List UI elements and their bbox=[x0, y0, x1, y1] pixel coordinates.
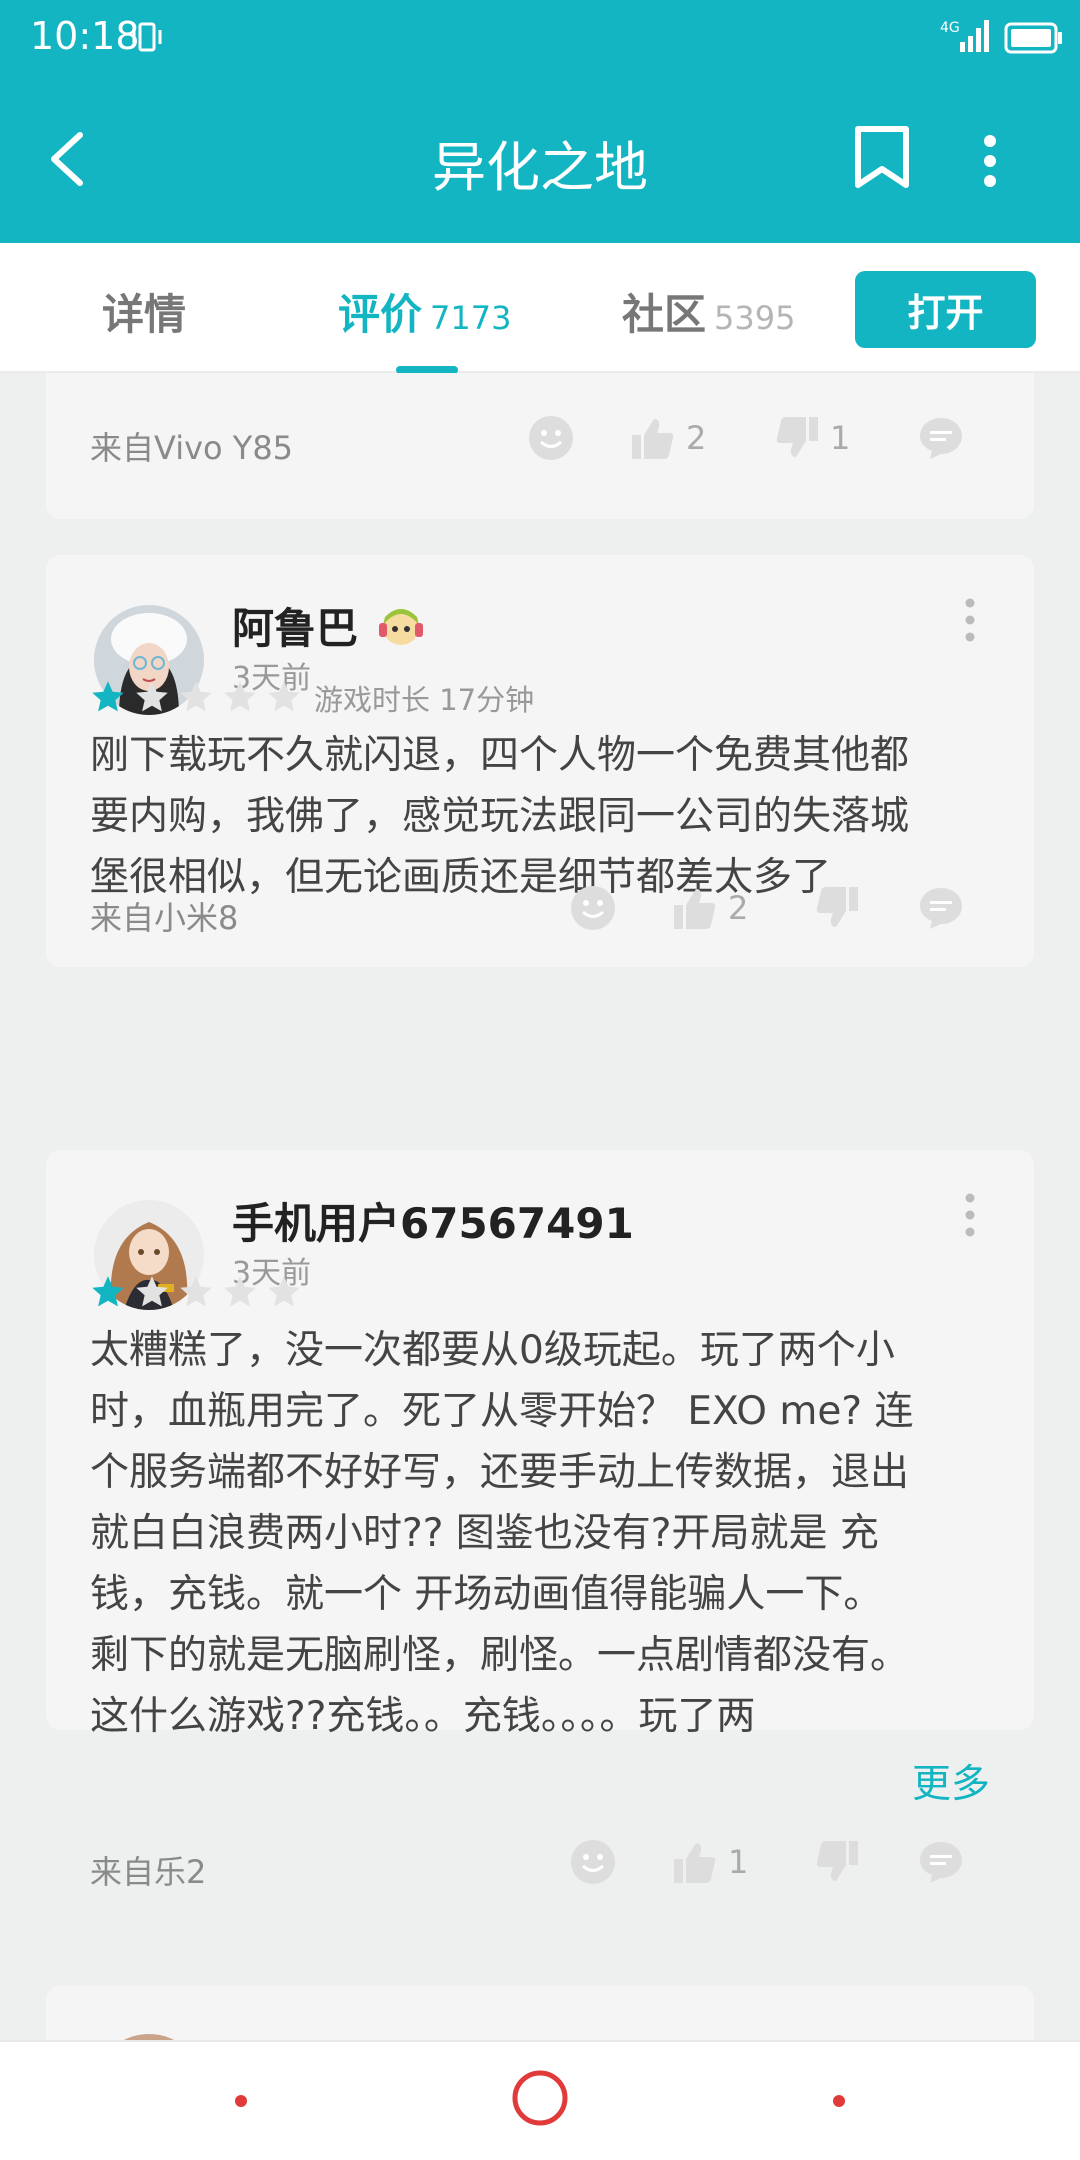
like-button[interactable]: 1 bbox=[672, 1839, 748, 1885]
thumbs-up-icon bbox=[674, 1843, 716, 1883]
star-filled-icon bbox=[92, 1276, 124, 1307]
star-empty-icon bbox=[136, 1276, 168, 1307]
dislike-button[interactable] bbox=[814, 1839, 860, 1885]
community-count: 5395 bbox=[714, 299, 796, 337]
playtime: 游戏时长 17分钟 bbox=[314, 683, 535, 717]
nav-dot-icon[interactable] bbox=[832, 2094, 846, 2108]
signal-icon: 4G bbox=[940, 18, 992, 58]
emoji-reaction-button[interactable] bbox=[570, 1839, 616, 1885]
star-empty-icon bbox=[180, 681, 212, 712]
star-empty-icon bbox=[224, 1276, 256, 1307]
open-button[interactable]: 打开 bbox=[855, 271, 1036, 348]
reviews-count: 7173 bbox=[430, 299, 512, 337]
review-feed[interactable]: 来自Vivo Y85 2 1 阿鲁巴 3天前 游戏时长 17分钟 刚下载玩不久就… bbox=[0, 373, 1080, 2040]
system-nav-bar bbox=[0, 2040, 1080, 2160]
page-title: 异化之地 bbox=[432, 136, 648, 199]
more-options-icon[interactable] bbox=[980, 133, 1000, 189]
like-button[interactable]: 2 bbox=[630, 415, 706, 461]
review-text: 太糟糕了，没一次都要从0级玩起。玩了两个小 时，血瓶用完了。死了从零开始？ EX… bbox=[90, 1328, 914, 1739]
star-empty-icon bbox=[268, 681, 300, 712]
smiley-icon bbox=[529, 416, 573, 460]
nav-dot-icon[interactable] bbox=[234, 2094, 248, 2108]
home-circle-icon[interactable] bbox=[511, 2069, 569, 2127]
rating-stars bbox=[90, 1274, 310, 1310]
comment-button[interactable] bbox=[918, 885, 964, 931]
tab-details[interactable]: 详情 bbox=[102, 281, 186, 342]
bookmark-icon[interactable] bbox=[852, 125, 912, 191]
review-card: 手机用户67567491 3天前 太糟糕了，没一次都要从0级玩起。玩了两个小 时… bbox=[46, 1150, 1034, 1891]
thumbs-down-icon bbox=[776, 417, 818, 457]
user-badge-icon bbox=[378, 609, 423, 645]
device-source: 来自乐2 bbox=[90, 1853, 207, 1891]
tab-reviews[interactable]: 评价 7173 bbox=[338, 281, 511, 342]
comment-icon bbox=[920, 418, 962, 459]
vibrate-icon bbox=[132, 22, 162, 52]
review-card: 阿鲁巴 3天前 游戏时长 17分钟 刚下载玩不久就闪退，四个人物一个免费其他都 … bbox=[46, 555, 1034, 967]
tab-community[interactable]: 社区 5395 bbox=[622, 281, 795, 342]
comment-icon bbox=[920, 888, 962, 929]
star-empty-icon bbox=[136, 681, 168, 712]
comment-button[interactable] bbox=[918, 415, 964, 461]
thumbs-up-icon bbox=[632, 419, 674, 459]
battery-icon bbox=[1004, 22, 1062, 54]
smiley-icon bbox=[571, 1840, 615, 1884]
review-card bbox=[46, 1986, 1034, 2040]
thumbs-up-icon bbox=[674, 889, 716, 929]
device-source: 来自小米8 bbox=[90, 899, 239, 937]
kebab-menu-icon[interactable] bbox=[964, 1192, 976, 1238]
star-empty-icon bbox=[224, 681, 256, 712]
more-link[interactable]: 更多 bbox=[912, 1753, 990, 1809]
emoji-reaction-button[interactable] bbox=[570, 885, 616, 931]
comment-icon bbox=[920, 1842, 962, 1883]
rating-stars bbox=[90, 679, 310, 715]
thumbs-down-icon bbox=[816, 1841, 858, 1881]
status-time: 10:18 bbox=[30, 14, 140, 58]
comment-button[interactable] bbox=[918, 1839, 964, 1885]
thumbs-down-icon bbox=[816, 887, 858, 927]
dislike-button[interactable] bbox=[814, 885, 860, 931]
app-bar: 异化之地 bbox=[0, 75, 1080, 243]
star-filled-icon bbox=[92, 681, 124, 712]
username[interactable]: 阿鲁巴 bbox=[232, 595, 425, 656]
device-source: 来自Vivo Y85 bbox=[90, 429, 294, 467]
star-empty-icon bbox=[268, 1276, 300, 1307]
review-text: 刚下载玩不久就闪退，四个人物一个免费其他都 要内购，我佛了，感觉玩法跟同一公司的… bbox=[90, 733, 910, 900]
star-empty-icon bbox=[180, 1276, 212, 1307]
username[interactable]: 手机用户67567491 bbox=[232, 1190, 634, 1251]
like-button[interactable]: 2 bbox=[672, 885, 748, 931]
status-bar: 10:18 4G bbox=[0, 0, 1080, 75]
emoji-reaction-button[interactable] bbox=[528, 415, 574, 461]
smiley-icon bbox=[571, 886, 615, 930]
review-card: 来自Vivo Y85 2 1 bbox=[46, 373, 1034, 519]
tab-bar: 详情 评价 7173 社区 5395 打开 bbox=[0, 243, 1080, 374]
svg-text:4G: 4G bbox=[940, 20, 960, 36]
dislike-button[interactable]: 1 bbox=[774, 415, 850, 461]
kebab-menu-icon[interactable] bbox=[964, 597, 976, 643]
